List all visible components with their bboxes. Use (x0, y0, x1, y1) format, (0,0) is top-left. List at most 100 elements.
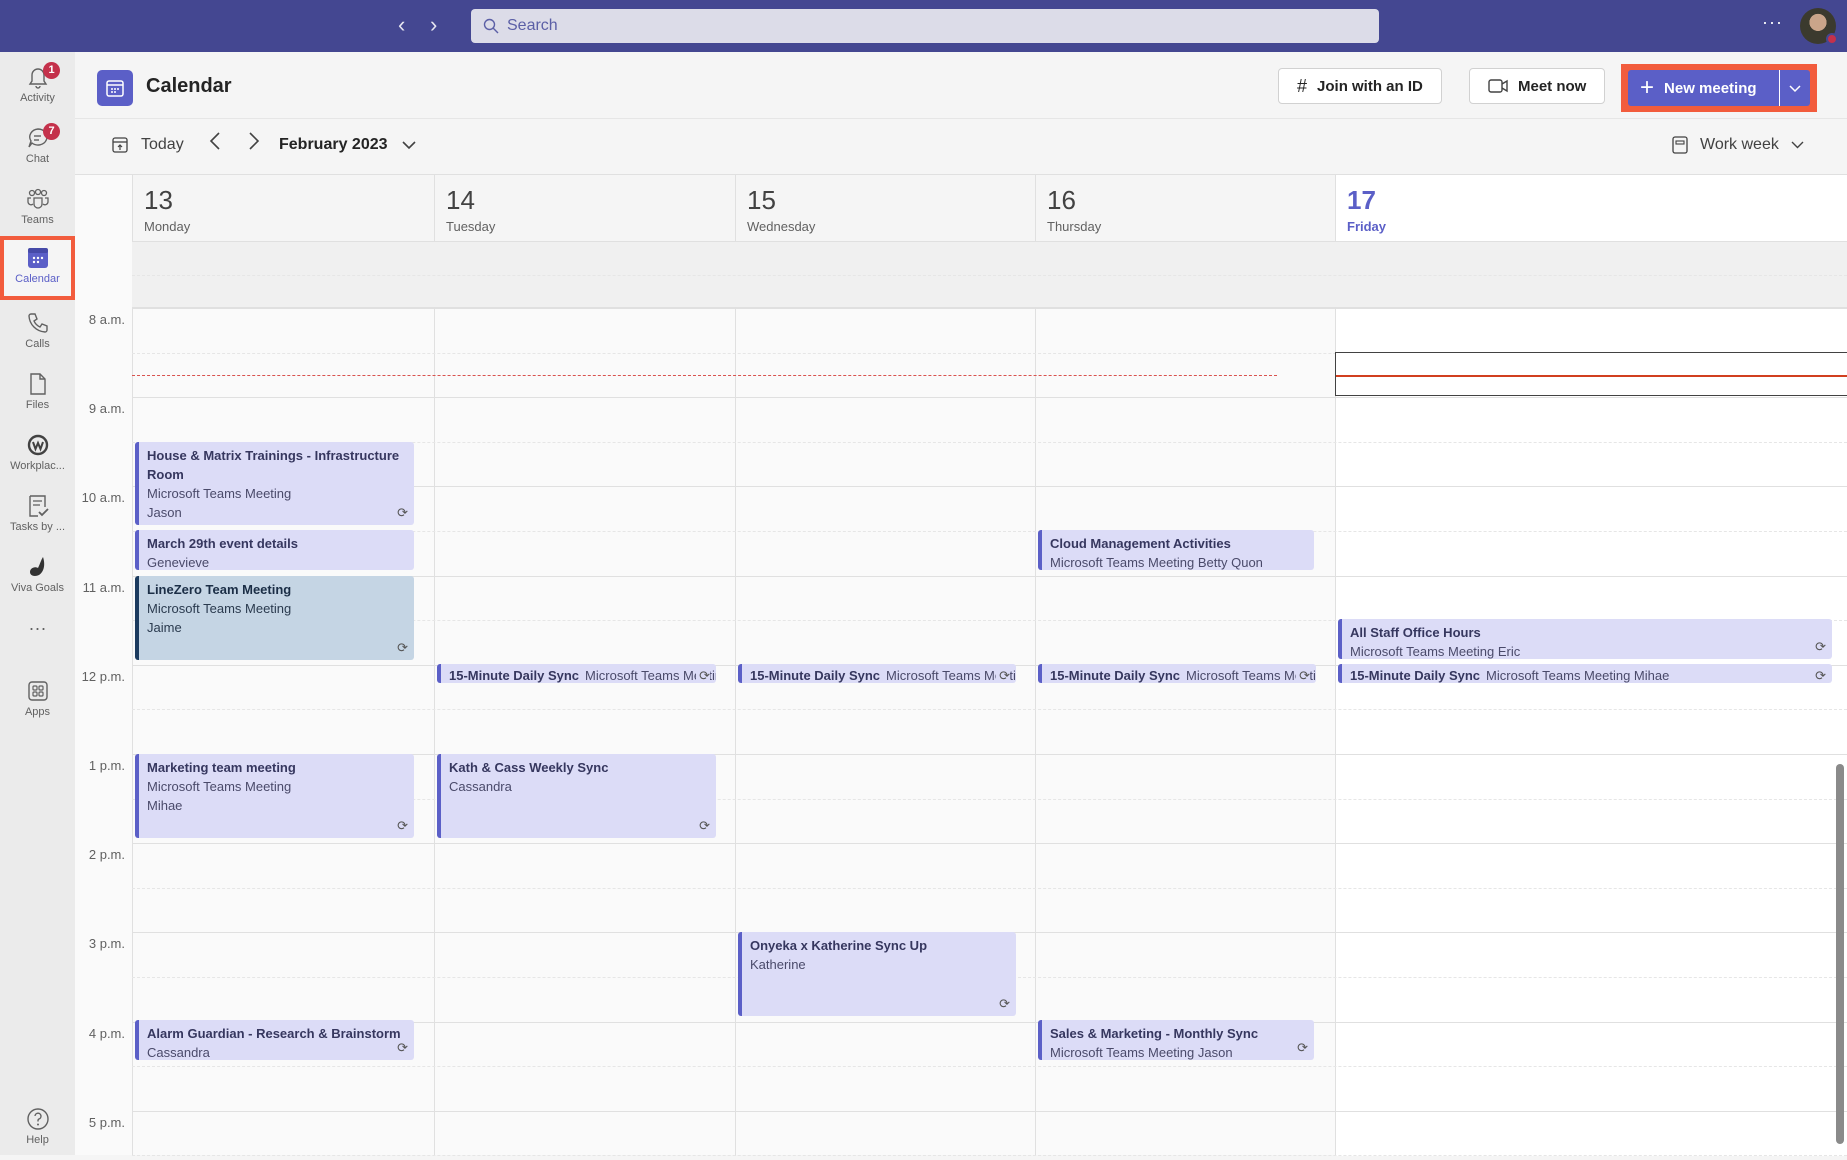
rail-item-teams[interactable]: Teams (0, 180, 75, 240)
time-grid: 8 a.m. 9 a.m. 10 a.m. 11 a.m. 12 p.m. 1 p.m. 2… (75, 242, 1847, 1156)
recurring-icon: ⟳ (1815, 668, 1826, 683)
rail-label: Tasks by ... (9, 521, 66, 533)
teams-icon (26, 188, 49, 209)
day-column[interactable] (1035, 242, 1335, 1156)
rail-item-calendar[interactable]: Calendar (0, 236, 75, 300)
rail-label: Viva Goals (11, 582, 64, 594)
rail-item-tasks[interactable]: Tasks by ... (0, 487, 75, 547)
recurring-icon: ⟳ (699, 818, 710, 833)
day-header-friday[interactable]: 17 Friday (1335, 175, 1847, 242)
rail-item-files[interactable]: Files (0, 365, 75, 425)
current-time-indicator (132, 375, 1277, 376)
recurring-icon: ⟳ (999, 996, 1010, 1011)
event-location: Microsoft Teams Meeting (147, 486, 292, 501)
video-camera-icon (1488, 79, 1508, 93)
new-meeting-split-button: + New meeting (1628, 70, 1810, 106)
search-icon (483, 18, 499, 34)
event-location: Microsoft Teams Meeting (147, 779, 292, 794)
event-title: LineZero Team Meeting (147, 582, 292, 597)
event-marketing-team-meeting[interactable]: Marketing team meeting Microsoft Teams M… (135, 754, 414, 838)
more-icon: ··· (28, 618, 47, 638)
recurring-icon: ⟳ (397, 640, 408, 655)
event-kath-cass-weekly-sync[interactable]: Kath & Cass Weekly Sync Cassandra ⟳ (437, 754, 716, 838)
event-linezero-team-meeting[interactable]: LineZero Team Meeting Microsoft Teams Me… (135, 576, 414, 660)
event-alarm-guardian[interactable]: Alarm Guardian - Research & Brainstorm C… (135, 1020, 414, 1060)
rail-item-help[interactable]: Help (0, 1100, 75, 1160)
chevron-right-icon (249, 132, 260, 150)
event-title: Cloud Management Activities (1050, 536, 1231, 551)
rail-item-workplace[interactable]: Workplac... (0, 426, 75, 486)
day-column[interactable] (735, 242, 1035, 1156)
event-march-29th[interactable]: March 29th event details Genevieve (135, 530, 414, 570)
new-meeting-button[interactable]: + New meeting (1628, 70, 1780, 106)
day-column[interactable] (132, 242, 434, 1156)
page-title: Calendar (146, 75, 232, 97)
hour-line (132, 397, 1847, 399)
event-details: Microsoft Teams Meeting Mihae (1486, 668, 1670, 683)
rail-item-viva-goals[interactable]: Viva Goals (0, 548, 75, 608)
rail-label: Calls (25, 338, 50, 350)
event-sales-marketing-sync[interactable]: Sales & Marketing - Monthly Sync Microso… (1038, 1020, 1314, 1060)
half-hour-line (132, 275, 1847, 276)
week-grid: 13 Monday 14 Tuesday 15 Wednesday 16 Thu… (75, 174, 1847, 1156)
apps-icon (27, 681, 48, 701)
meet-now-button[interactable]: Meet now (1469, 68, 1606, 104)
next-week-button[interactable] (248, 131, 260, 157)
event-cloud-management[interactable]: Cloud Management Activities Microsoft Te… (1038, 530, 1314, 570)
hash-icon: # (1297, 75, 1308, 96)
new-meeting-highlight: + New meeting (1621, 64, 1817, 112)
time-label: 10 a.m. (81, 490, 125, 506)
hour-line (132, 308, 1847, 309)
event-organizer: Katherine (750, 957, 806, 972)
rail-item-calls[interactable]: Calls (0, 304, 75, 364)
current-time-slot[interactable] (1335, 352, 1847, 396)
event-daily-sync-friday[interactable]: 15-Minute Daily Sync Microsoft Teams Meet… (1338, 664, 1832, 683)
calendar-today-icon (112, 137, 128, 153)
event-organizer: Jason (147, 505, 182, 520)
rail-more-button[interactable]: ··· (0, 618, 75, 654)
day-header-monday[interactable]: 13 Monday (132, 175, 434, 242)
event-title: March 29th event details (147, 536, 298, 551)
day-column[interactable] (434, 242, 735, 1156)
recurring-icon: ⟳ (1296, 666, 1310, 683)
event-title: Sales & Marketing - Monthly Sync (1050, 1026, 1259, 1041)
profile-avatar[interactable] (1800, 8, 1838, 45)
rail-item-chat[interactable]: 7 Chat (0, 119, 75, 179)
chevron-right-icon: › (430, 12, 438, 37)
view-switcher[interactable]: Work week (1672, 136, 1816, 154)
month-picker[interactable]: February 2023 (279, 136, 416, 154)
viva-goals-icon (29, 557, 44, 576)
today-button[interactable]: Today (111, 136, 184, 154)
day-header-thursday[interactable]: 16 Thursday (1035, 175, 1335, 242)
event-all-staff-office-hours[interactable]: All Staff Office Hours Microsoft Teams M… (1338, 619, 1832, 659)
tasks-icon (28, 495, 49, 517)
vertical-scrollbar[interactable] (1836, 764, 1844, 1144)
forward-button[interactable]: › (430, 12, 437, 38)
event-daily-sync-wednesday[interactable]: 15-Minute Daily Sync Microsoft Teams Meet… (738, 664, 1016, 683)
event-organizer: Jaime (147, 620, 182, 635)
event-organizer: Genevieve (147, 555, 210, 570)
rail-item-apps[interactable]: Apps (0, 672, 75, 732)
event-daily-sync-tuesday[interactable]: 15-Minute Daily Sync Microsoft Teams Meet… (437, 664, 716, 683)
rail-label: Help (26, 1134, 49, 1146)
recurring-icon: ⟳ (1815, 639, 1826, 654)
new-meeting-dropdown[interactable] (1780, 80, 1810, 97)
event-title: Onyeka x Katherine Sync Up (750, 938, 928, 953)
event-onyeka-katherine-sync[interactable]: Onyeka x Katherine Sync Up Katherine ⟳ (738, 932, 1016, 1016)
half-hour-line (132, 887, 1847, 889)
search-input[interactable]: Search (471, 9, 1379, 43)
event-daily-sync-thursday[interactable]: 15-Minute Daily Sync Microsoft Teams Meet… (1038, 664, 1316, 683)
rail-item-activity[interactable]: 1 Activity (0, 58, 75, 118)
event-details: Microsoft Teams Meeting Betty Quon (1050, 555, 1263, 570)
day-header-wednesday[interactable]: 15 Wednesday (735, 175, 1035, 242)
event-house-matrix-trainings[interactable]: House & Matrix Trainings - Infrastructur… (135, 442, 414, 525)
calendar-app-icon (97, 70, 133, 106)
previous-week-button[interactable] (209, 131, 221, 157)
meet-now-label: Meet now (1518, 77, 1587, 95)
join-with-id-button[interactable]: # Join with an ID (1278, 68, 1442, 104)
more-options-button[interactable]: ··· (1762, 12, 1783, 33)
chat-badge: 7 (43, 123, 60, 140)
current-time-line (1336, 375, 1847, 377)
day-header-tuesday[interactable]: 14 Tuesday (434, 175, 735, 242)
back-button[interactable]: ‹ (398, 12, 405, 38)
